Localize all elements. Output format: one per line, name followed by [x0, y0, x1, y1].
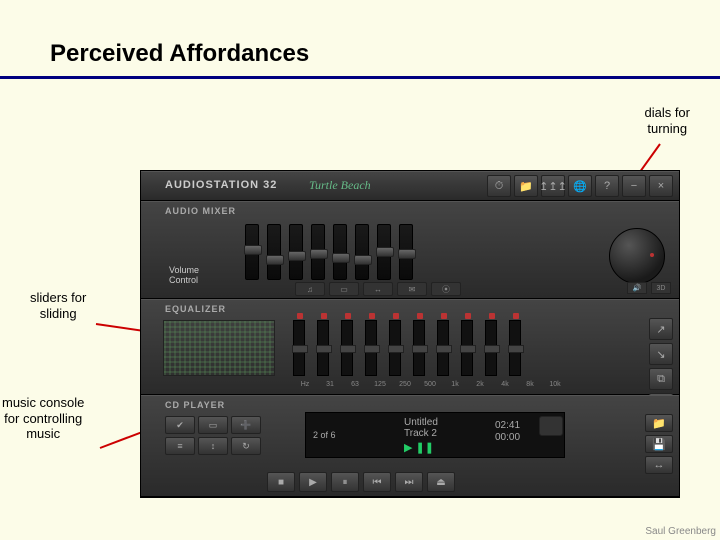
eq-copy-button[interactable]: ⧉ — [649, 368, 673, 390]
equalizer-panel: EQUALIZER Hz 31 63 125 250 500 1 — [141, 299, 679, 395]
cd-wide-button[interactable]: ↔ — [645, 456, 673, 474]
mixer-slider[interactable] — [311, 224, 325, 280]
eq-spectrum-display — [163, 320, 275, 376]
minimize-button[interactable]: − — [622, 175, 646, 197]
cd-track: Track 2 — [404, 428, 558, 439]
cd-title: Untitled — [404, 417, 558, 428]
mixer-slider[interactable] — [245, 224, 259, 280]
cd-player-panel: CD PLAYER ✔ ▭ ➕ ≡ ↕ ↻ Untitled Track 2 ▶… — [141, 395, 679, 497]
cd-mode-buttons: ✔ ▭ ➕ ≡ ↕ ↻ — [165, 416, 261, 455]
volume-dial[interactable] — [609, 228, 665, 284]
mixer-slider[interactable] — [289, 224, 303, 280]
mixer-music-button[interactable]: ♫ — [295, 282, 325, 296]
eq-freq: 31 — [322, 381, 338, 388]
cd-check-button[interactable]: ✔ — [165, 416, 195, 434]
eq-band-slider[interactable] — [293, 320, 305, 376]
mixer-slider[interactable] — [333, 224, 347, 280]
mixer-panel: AUDIO MIXER Volume Control ♫ ▭ ↔ ✉ ⦿ 🔊 — [141, 201, 679, 299]
cd-rect-button[interactable]: ▭ — [198, 416, 228, 434]
mixer-mail-button[interactable]: ✉ — [397, 282, 427, 296]
eq-freq: 10k — [547, 381, 563, 388]
eq-freq: 4k — [497, 381, 513, 388]
eq-freq: 250 — [397, 381, 413, 388]
cd-open-button[interactable]: 📁 — [645, 414, 673, 432]
eq-down-button[interactable]: ↘ — [649, 343, 673, 365]
eq-freq: 1k — [447, 381, 463, 388]
eq-freq: Hz — [297, 381, 313, 388]
next-button[interactable]: ⏭ — [395, 472, 423, 492]
mixer-rect-button[interactable]: ▭ — [329, 282, 359, 296]
audio-console: AUDIOSTATION 32 Turtle Beach ⏱ 📁 ↥↥↥ 🌐 ?… — [140, 170, 680, 498]
cd-add-button[interactable]: ➕ — [231, 416, 261, 434]
cd-save-button[interactable]: 💾 — [645, 435, 673, 453]
prev-button[interactable]: ⏮ — [363, 472, 391, 492]
eq-up-button[interactable]: ↗ — [649, 318, 673, 340]
cd-player-label: CD PLAYER — [165, 400, 225, 410]
cd-badge-icon — [539, 416, 563, 436]
annotation-sliders: sliders for sliding — [30, 290, 86, 321]
threeD-indicator[interactable]: 3D — [651, 282, 671, 294]
brand-logo: Turtle Beach — [309, 178, 371, 193]
cd-repeat-button[interactable]: ↻ — [231, 437, 261, 455]
cd-time-remaining: 00:00 — [495, 432, 520, 444]
annotation-console: music console for controlling music — [2, 395, 84, 442]
pause-button[interactable]: ⏸ — [331, 472, 359, 492]
mixer-target-button[interactable]: ⦿ — [431, 282, 461, 296]
eq-band-slider[interactable] — [365, 320, 377, 376]
brand-bar: AUDIOSTATION 32 Turtle Beach ⏱ 📁 ↥↥↥ 🌐 ?… — [141, 171, 679, 201]
cd-transport-buttons: ■ ▶ ⏸ ⏮ ⏭ ⏏ — [267, 472, 455, 492]
mixer-slider[interactable] — [399, 224, 413, 280]
cd-time-elapsed: 02:41 — [495, 420, 520, 432]
play-button[interactable]: ▶ — [299, 472, 327, 492]
open-button[interactable]: 📁 — [514, 175, 538, 197]
mixer-label: AUDIO MIXER — [165, 206, 236, 216]
annotation-dials: dials for turning — [644, 105, 690, 136]
eject-button[interactable]: ⏏ — [427, 472, 455, 492]
eq-freq: 2k — [472, 381, 488, 388]
cd-shuffle-button[interactable]: ↕ — [198, 437, 228, 455]
help-button[interactable]: ? — [595, 175, 619, 197]
eq-sliders — [293, 320, 521, 386]
slide-credit: Saul Greenberg — [645, 526, 716, 537]
eq-frequency-labels: Hz 31 63 125 250 500 1k 2k 4k 8k 10k — [297, 381, 563, 388]
eq-band-slider[interactable] — [341, 320, 353, 376]
eq-band-slider[interactable] — [389, 320, 401, 376]
slide-title: Perceived Affordances — [0, 0, 720, 79]
top-button-row: ⏱ 📁 ↥↥↥ 🌐 ? − × — [487, 175, 673, 197]
mixer-right-indicators: 🔊 3D — [627, 282, 671, 294]
mixer-slider[interactable] — [377, 224, 391, 280]
dial-indicator-dot — [650, 253, 654, 257]
stop-button[interactable]: ■ — [267, 472, 295, 492]
cd-list-button[interactable]: ≡ — [165, 437, 195, 455]
eq-freq: 125 — [372, 381, 388, 388]
eq-band-slider[interactable] — [461, 320, 473, 376]
eq-band-slider[interactable] — [485, 320, 497, 376]
levels-button[interactable]: ↥↥↥ — [541, 175, 565, 197]
speaker-indicator[interactable]: 🔊 — [627, 282, 647, 294]
eq-band-slider[interactable] — [437, 320, 449, 376]
cd-play-state-icon: ▶ ❚❚ — [404, 441, 558, 454]
eq-band-slider[interactable] — [509, 320, 521, 376]
eq-freq: 8k — [522, 381, 538, 388]
mixer-slider[interactable] — [355, 224, 369, 280]
equalizer-label: EQUALIZER — [165, 304, 226, 314]
globe-button[interactable]: 🌐 — [568, 175, 592, 197]
cd-time-display: 02:41 00:00 — [495, 420, 520, 444]
eq-band-slider[interactable] — [317, 320, 329, 376]
clock-button[interactable]: ⏱ — [487, 175, 511, 197]
cd-right-buttons: 📁 💾 ↔ — [645, 414, 673, 474]
mixer-slider[interactable] — [267, 224, 281, 280]
mixer-mode-buttons: ♫ ▭ ↔ ✉ ⦿ — [295, 282, 461, 296]
eq-band-slider[interactable] — [413, 320, 425, 376]
brand-name: AUDIOSTATION 32 — [165, 179, 277, 191]
cd-display: Untitled Track 2 ▶ ❚❚ — [305, 412, 565, 458]
eq-freq: 500 — [422, 381, 438, 388]
eq-freq: 63 — [347, 381, 363, 388]
mixer-wide-button[interactable]: ↔ — [363, 282, 393, 296]
cd-track-count: 2 of 6 — [313, 430, 336, 440]
close-button[interactable]: × — [649, 175, 673, 197]
